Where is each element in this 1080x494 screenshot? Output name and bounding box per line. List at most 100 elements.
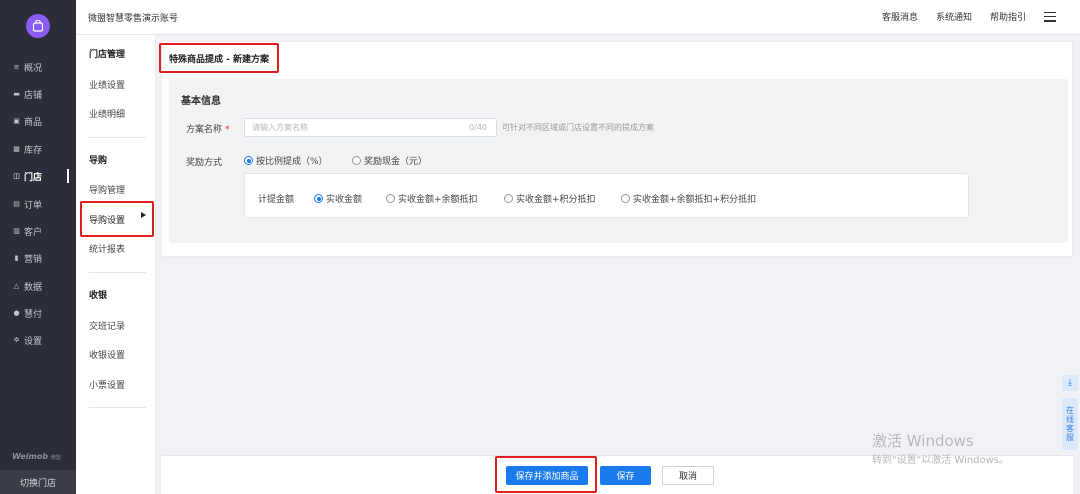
section-title: 基本信息 xyxy=(181,96,221,107)
radio-unchecked-icon xyxy=(386,194,395,203)
radio-unchecked-icon xyxy=(352,156,361,165)
calc-option-label: 实收金额+积分抵扣 xyxy=(516,195,596,205)
main-nav: ≡ 概况 ▬ 店铺 ▣ 商品 ▦ 库存 ◫ 门店 ▤ 订单 ▥ 客户 ▮ 营销 … xyxy=(0,0,76,494)
plan-name-input[interactable] xyxy=(245,119,445,136)
subnav-group-title: 导购 xyxy=(89,156,108,166)
order-icon: ▤ xyxy=(13,200,20,208)
switch-store-button[interactable]: 切换门店 xyxy=(0,470,76,494)
subnav-group-title: 收银 xyxy=(89,291,108,301)
plan-name-hint: 可针对不同区域或门店设置不同的提成方案 xyxy=(502,123,654,132)
nav-item-label: 店铺 xyxy=(24,90,43,101)
customer-service-link[interactable]: 客服消息 xyxy=(882,10,918,23)
settings-icon: ✲ xyxy=(13,336,20,344)
nav-item-customer[interactable]: ▥ 客户 xyxy=(12,223,42,239)
subnav-item-performance-details[interactable]: 业绩明细 xyxy=(89,107,125,120)
subnav-item-shift-records[interactable]: 交班记录 xyxy=(89,319,125,332)
nav-item-overview[interactable]: ≡ 概况 xyxy=(12,59,42,75)
char-count: 0/40 xyxy=(469,123,487,132)
customer-icon: ▥ xyxy=(13,227,20,235)
overview-icon: ≡ xyxy=(13,63,20,71)
reward-method-label: 奖励方式 xyxy=(186,158,223,168)
plan-name-field[interactable]: 0/40 xyxy=(244,118,497,137)
windows-watermark-subtitle: 转到"设置"以激活 Windows。 xyxy=(872,455,1010,466)
calc-option-label: 实收金额+余额抵扣 xyxy=(398,195,478,205)
nav-item-order[interactable]: ▤ 订单 xyxy=(12,196,42,212)
calc-option-label: 实收金额 xyxy=(326,195,363,205)
page-title: 特殊商品提成 - 新建方案 xyxy=(168,54,269,65)
calc-option-actual[interactable]: 实收金额 xyxy=(314,192,362,205)
nav-item-pay[interactable]: ● 慧付 xyxy=(12,305,42,321)
calc-option-actual-balance-points[interactable]: 实收金额+余额抵扣+积分抵扣 xyxy=(621,192,756,205)
plan-name-label-text: 方案名称 xyxy=(186,125,223,135)
subnav-divider xyxy=(89,407,146,408)
calc-option-actual-points[interactable]: 实收金额+积分抵扣 xyxy=(504,192,596,205)
nav-item-shop[interactable]: ◫ 门店 xyxy=(12,168,42,184)
download-icon[interactable]: ⤓ xyxy=(1062,375,1078,391)
nav-item-store[interactable]: ▬ 店铺 xyxy=(12,86,42,102)
caret-right-icon xyxy=(141,212,146,218)
subnav-item-stats-report[interactable]: 统计报表 xyxy=(89,242,125,255)
nav-item-label: 客户 xyxy=(24,227,43,238)
account-title: 微盟智慧零售演示账号 xyxy=(88,14,179,24)
calc-option-label: 实收金额+余额抵扣+积分抵扣 xyxy=(633,195,757,205)
subnav-item-receipt-settings[interactable]: 小票设置 xyxy=(89,378,125,391)
reward-option-cash[interactable]: 奖励现金（元） xyxy=(352,154,427,167)
cancel-button[interactable]: 取消 xyxy=(662,466,714,485)
radio-unchecked-icon xyxy=(621,194,630,203)
nav-item-goods[interactable]: ▣ 商品 xyxy=(12,113,42,129)
nav-item-settings[interactable]: ✲ 设置 xyxy=(12,332,42,348)
subnav-item-guide-management[interactable]: 导购管理 xyxy=(89,183,125,196)
radio-unchecked-icon xyxy=(504,194,513,203)
nav-item-label: 设置 xyxy=(24,336,43,347)
system-notice-link[interactable]: 系统通知 xyxy=(936,10,972,23)
subnav-divider xyxy=(89,272,146,273)
hamburger-menu-icon[interactable] xyxy=(1044,11,1056,22)
nav-item-label: 数据 xyxy=(24,282,43,293)
save-and-add-goods-button[interactable]: 保存并添加商品 xyxy=(506,466,588,485)
shop-icon: ◫ xyxy=(13,172,20,180)
windows-watermark-title: 激活 Windows xyxy=(872,432,974,450)
highlight-box-guide-settings xyxy=(80,201,154,237)
store-icon: ▬ xyxy=(13,90,20,98)
save-button[interactable]: 保存 xyxy=(600,466,651,485)
bag-icon xyxy=(32,20,44,32)
nav-active-indicator xyxy=(67,169,69,183)
nav-item-data[interactable]: △ 数据 xyxy=(12,278,42,294)
nav-item-label: 门店 xyxy=(24,172,43,183)
subnav-item-performance-settings[interactable]: 业绩设置 xyxy=(89,78,125,91)
radio-checked-icon xyxy=(314,194,323,203)
nav-item-label: 概况 xyxy=(24,63,43,74)
reward-option-label: 奖励现金（元） xyxy=(364,157,428,167)
nav-item-inventory[interactable]: ▦ 库存 xyxy=(12,141,42,157)
online-service-button[interactable]: 在线客服 xyxy=(1062,398,1078,450)
nav-item-label: 慧付 xyxy=(24,309,43,320)
app-logo[interactable] xyxy=(26,14,50,38)
calc-option-actual-balance[interactable]: 实收金额+余额抵扣 xyxy=(386,192,478,205)
nav-item-label: 订单 xyxy=(24,200,43,211)
goods-icon: ▣ xyxy=(13,117,20,125)
brand-name-small: 微盟 xyxy=(50,455,61,461)
radio-checked-icon xyxy=(244,156,253,165)
marketing-icon: ▮ xyxy=(14,254,19,262)
brand-logo: Weimob 微盟 xyxy=(12,452,61,461)
secondary-sidebar: 门店管理 业绩设置 业绩明细 导购 导购管理 导购设置 统计报表 收银 交班记录… xyxy=(76,35,156,494)
reward-option-ratio[interactable]: 按比例提成（%） xyxy=(244,154,328,167)
reward-option-label: 按比例提成（%） xyxy=(256,157,328,167)
pay-icon: ● xyxy=(13,309,20,317)
data-icon: △ xyxy=(13,282,20,290)
subnav-item-cashier-settings[interactable]: 收银设置 xyxy=(89,348,125,361)
calc-amount-label: 计提金额 xyxy=(258,195,295,205)
header-links: 客服消息 系统通知 帮助指引 xyxy=(882,10,1056,23)
help-guide-link[interactable]: 帮助指引 xyxy=(990,10,1026,23)
nav-item-label: 营销 xyxy=(24,254,43,265)
brand-name: Weimob xyxy=(12,452,49,461)
subnav-group-title: 门店管理 xyxy=(89,50,126,60)
page-title-highlight: 特殊商品提成 - 新建方案 xyxy=(159,43,279,73)
nav-item-label: 商品 xyxy=(24,117,43,128)
nav-item-marketing[interactable]: ▮ 营销 xyxy=(12,250,42,266)
required-mark: * xyxy=(225,125,230,135)
plan-name-label: 方案名称 * xyxy=(186,122,230,135)
subnav-divider xyxy=(89,137,146,138)
inventory-icon: ▦ xyxy=(13,145,20,153)
nav-item-label: 库存 xyxy=(24,145,43,156)
